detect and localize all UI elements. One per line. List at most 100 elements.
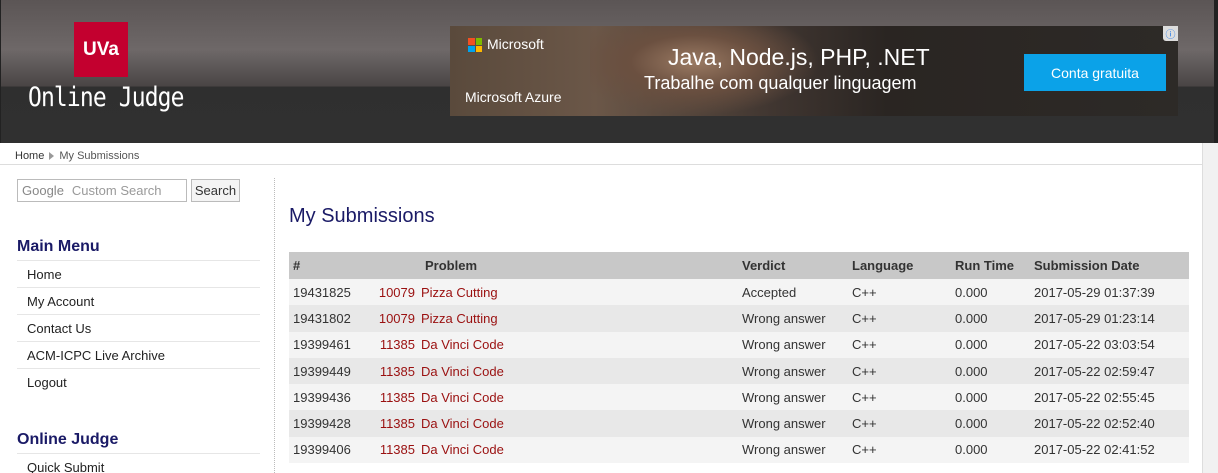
breadcrumb: Home My Submissions bbox=[15, 150, 139, 162]
cell-problem-number[interactable]: 10079 bbox=[373, 305, 421, 332]
cell-problem-number[interactable]: 11385 bbox=[373, 410, 421, 437]
cell-verdict: Wrong answer bbox=[738, 305, 848, 332]
table-row: 19399406 11385 Da Vinci Code Wrong answer C+… bbox=[289, 436, 1189, 464]
cell-submission-date: 2017-05-29 01:37:39 bbox=[1030, 279, 1189, 306]
cell-verdict: Wrong answer bbox=[738, 331, 848, 358]
cell-problem-name[interactable]: Da Vinci Code bbox=[421, 410, 738, 437]
cell-problem-name[interactable]: Da Vinci Code bbox=[421, 357, 738, 385]
ad-info-icon[interactable]: ⓘ bbox=[1163, 26, 1178, 41]
search-input[interactable]: Google Custom Search bbox=[17, 179, 187, 202]
site-header: UVa Online Judge Microsoft Microsoft Azu… bbox=[0, 0, 1218, 143]
table-row: 19431802 10079 Pizza Cutting Wrong answer C+… bbox=[289, 305, 1189, 332]
col-header-verdict: Verdict bbox=[738, 252, 848, 279]
cell-runtime: 0.000 bbox=[951, 384, 1030, 411]
menu-item-live-archive[interactable]: ACM-ICPC Live Archive bbox=[17, 341, 260, 368]
cell-language: C++ bbox=[848, 384, 951, 411]
sidebar-divider bbox=[274, 178, 275, 473]
cell-verdict: Wrong answer bbox=[738, 436, 848, 464]
cell-problem-number[interactable]: 11385 bbox=[373, 331, 421, 358]
logo-square-red bbox=[468, 38, 475, 45]
cell-verdict: Accepted bbox=[738, 279, 848, 306]
page-title: My Submissions bbox=[289, 205, 435, 227]
cell-runtime: 0.000 bbox=[951, 357, 1030, 385]
ad-brand: Microsoft bbox=[487, 36, 544, 52]
cell-problem-number[interactable]: 11385 bbox=[373, 357, 421, 385]
menu-item-logout[interactable]: Logout bbox=[17, 368, 260, 395]
cell-submission-date: 2017-05-22 02:41:52 bbox=[1030, 436, 1189, 464]
cell-runtime: 0.000 bbox=[951, 410, 1030, 437]
cell-verdict: Wrong answer bbox=[738, 410, 848, 437]
microsoft-logo-icon bbox=[468, 38, 482, 52]
cell-submission-id: 19431802 bbox=[289, 305, 373, 332]
cell-problem-name[interactable]: Da Vinci Code bbox=[421, 331, 738, 358]
col-header-date: Submission Date bbox=[1030, 252, 1189, 279]
cell-problem-name[interactable]: Da Vinci Code bbox=[421, 384, 738, 411]
online-judge-menu: Quick Submit bbox=[17, 453, 260, 473]
menu-item-home[interactable]: Home bbox=[17, 260, 260, 287]
cell-language: C++ bbox=[848, 331, 951, 358]
online-judge-menu-title: Online Judge bbox=[17, 431, 119, 448]
table-header-row: # Problem Verdict Language Run Time Subm… bbox=[289, 252, 1189, 279]
ad-photo bbox=[590, 26, 820, 116]
uva-logo: UVa bbox=[74, 22, 128, 77]
col-header-problem-spacer bbox=[373, 252, 421, 279]
search-placeholder: Custom Search bbox=[71, 183, 162, 198]
ad-subline: Trabalhe com qualquer linguagem bbox=[644, 73, 917, 93]
google-label: Google bbox=[22, 183, 64, 198]
cell-problem-name[interactable]: Pizza Cutting bbox=[421, 279, 738, 306]
breadcrumb-current: My Submissions bbox=[59, 150, 140, 162]
cell-language: C++ bbox=[848, 410, 951, 437]
cell-problem-name[interactable]: Pizza Cutting bbox=[421, 305, 738, 332]
main-menu: Home My Account Contact Us ACM-ICPC Live… bbox=[17, 260, 260, 395]
logo-square-yellow bbox=[475, 45, 482, 52]
cell-submission-date: 2017-05-22 03:03:54 bbox=[1030, 331, 1189, 358]
cell-problem-number[interactable]: 11385 bbox=[373, 436, 421, 464]
cell-runtime: 0.000 bbox=[951, 279, 1030, 306]
chevron-right-icon bbox=[49, 152, 55, 160]
ad-banner[interactable]: Microsoft Microsoft Azure Java, Node.js,… bbox=[450, 26, 1178, 116]
col-header-id: # bbox=[289, 252, 373, 279]
cell-submission-id: 19431825 bbox=[289, 279, 373, 306]
cell-submission-id: 19399449 bbox=[289, 357, 373, 385]
cell-problem-number[interactable]: 10079 bbox=[373, 279, 421, 306]
cell-submission-date: 2017-05-22 02:52:40 bbox=[1030, 410, 1189, 437]
site-logo[interactable]: UVa Online Judge bbox=[26, 20, 184, 128]
cell-verdict: Wrong answer bbox=[738, 357, 848, 385]
menu-item-quick-submit[interactable]: Quick Submit bbox=[17, 453, 260, 473]
ad-headline: Java, Node.js, PHP, .NET bbox=[668, 44, 930, 70]
logo-square-blue bbox=[468, 45, 475, 52]
cell-submission-id: 19399461 bbox=[289, 331, 373, 358]
cell-language: C++ bbox=[848, 305, 951, 332]
breadcrumb-divider bbox=[0, 164, 1202, 165]
cell-submission-id: 19399428 bbox=[289, 410, 373, 437]
col-header-runtime: Run Time bbox=[951, 252, 1030, 279]
menu-item-my-account[interactable]: My Account bbox=[17, 287, 260, 314]
table-row: 19431825 10079 Pizza Cutting Accepted C++ 0.0… bbox=[289, 279, 1189, 306]
table-row: 19399449 11385 Da Vinci Code Wrong answer C+… bbox=[289, 357, 1189, 385]
cell-submission-date: 2017-05-29 01:23:14 bbox=[1030, 305, 1189, 332]
main-menu-title: Main Menu bbox=[17, 238, 100, 255]
cell-language: C++ bbox=[848, 436, 951, 464]
cell-runtime: 0.000 bbox=[951, 305, 1030, 332]
cell-problem-name[interactable]: Da Vinci Code bbox=[421, 436, 738, 464]
table-row: 19399428 11385 Da Vinci Code Wrong answer C+… bbox=[289, 410, 1189, 437]
breadcrumb-home[interactable]: Home bbox=[15, 150, 44, 162]
cell-submission-id: 19399406 bbox=[289, 436, 373, 464]
cell-language: C++ bbox=[848, 279, 951, 306]
page-right-edge bbox=[1202, 143, 1218, 473]
ad-product: Microsoft Azure bbox=[465, 89, 562, 105]
ad-cta-button[interactable]: Conta gratuita bbox=[1024, 54, 1166, 91]
cell-submission-date: 2017-05-22 02:59:47 bbox=[1030, 357, 1189, 385]
cell-runtime: 0.000 bbox=[951, 331, 1030, 358]
menu-item-contact-us[interactable]: Contact Us bbox=[17, 314, 260, 341]
site-title: Online Judge bbox=[28, 82, 184, 113]
submissions-table: # Problem Verdict Language Run Time Subm… bbox=[289, 252, 1189, 464]
search-button[interactable]: Search bbox=[191, 179, 240, 202]
cell-problem-number[interactable]: 11385 bbox=[373, 384, 421, 411]
table-row: 19399436 11385 Da Vinci Code Wrong answer C+… bbox=[289, 384, 1189, 411]
cell-submission-date: 2017-05-22 02:55:45 bbox=[1030, 384, 1189, 411]
cell-verdict: Wrong answer bbox=[738, 384, 848, 411]
table-row: 19399461 11385 Da Vinci Code Wrong answer C+… bbox=[289, 331, 1189, 358]
cell-runtime: 0.000 bbox=[951, 436, 1030, 464]
cell-submission-id: 19399436 bbox=[289, 384, 373, 411]
